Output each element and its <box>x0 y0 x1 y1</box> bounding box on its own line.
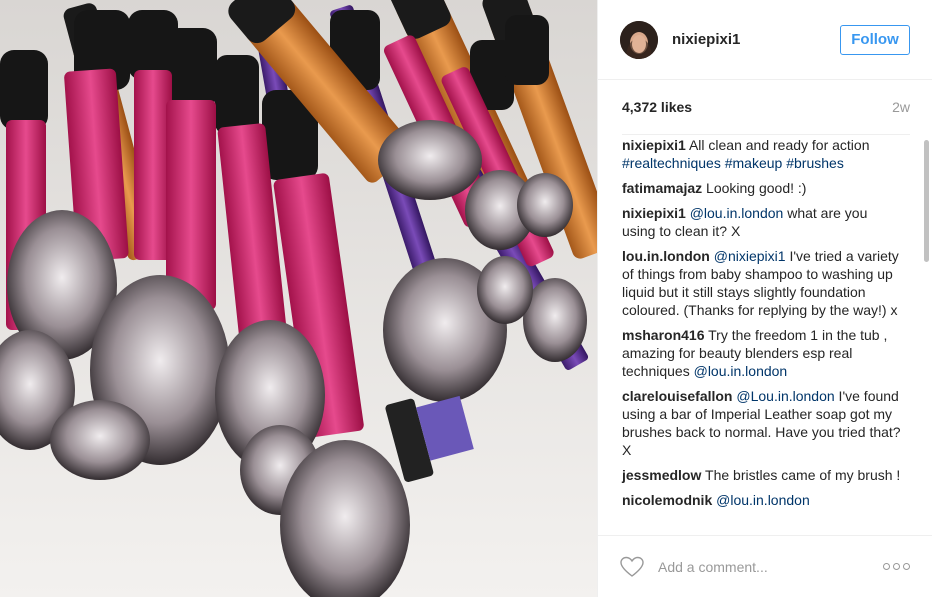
comment-username[interactable]: nixiepixi1 <box>622 137 686 153</box>
comment-username[interactable]: lou.in.london <box>622 248 710 264</box>
comment: lou.in.london @nixiepixi1 I've tried a v… <box>622 247 902 319</box>
comments-scrollbar[interactable] <box>924 140 929 262</box>
dot-icon <box>903 563 910 570</box>
comment-username[interactable]: jessmedlow <box>622 467 701 483</box>
comment-link[interactable]: #realtechniques #makeup #brushes <box>622 155 844 171</box>
comment-text: Looking good! :) <box>706 180 807 196</box>
comment-username[interactable]: msharon416 <box>622 327 704 343</box>
comment-link[interactable]: @Lou.in.london <box>736 388 834 404</box>
avatar-icon[interactable] <box>620 20 658 59</box>
comment: nixiepixi1 All clean and ready for actio… <box>622 136 902 172</box>
heart-icon[interactable] <box>620 556 644 578</box>
post-sidebar: nixiepixi1 Follow 4,372 likes 2w nixiepi… <box>597 0 932 597</box>
comments-list[interactable]: nixiepixi1 All clean and ready for actio… <box>598 136 932 536</box>
brushes-photo <box>0 0 597 597</box>
comment: msharon416 Try the freedom 1 in the tub … <box>622 326 902 380</box>
comment-username[interactable]: fatimamajaz <box>622 180 702 196</box>
dot-icon <box>893 563 900 570</box>
post-header: nixiepixi1 Follow <box>598 0 932 80</box>
comment: nixiepixi1 @lou.in.london what are you u… <box>622 204 902 240</box>
comment-text: All clean and ready for action <box>688 137 870 153</box>
author-username[interactable]: nixiepixi1 <box>672 31 840 48</box>
post-meta: 4,372 likes 2w <box>598 80 932 134</box>
comment-link[interactable]: @lou.in.london <box>694 363 788 379</box>
more-options-icon[interactable] <box>883 563 910 570</box>
comment-username[interactable]: clarelouisefallon <box>622 388 732 404</box>
comment-bar <box>598 535 932 597</box>
comment-username[interactable]: nixiepixi1 <box>622 205 686 221</box>
comment-link[interactable]: @nixiepixi1 <box>714 248 786 264</box>
follow-button[interactable]: Follow <box>840 24 910 55</box>
comment-text: The bristles came of my brush ! <box>705 467 901 483</box>
divider <box>622 134 910 135</box>
comment-link[interactable]: @lou.in.london <box>716 492 810 508</box>
dot-icon <box>883 563 890 570</box>
post-photo[interactable] <box>0 0 597 597</box>
add-comment-input[interactable] <box>656 557 883 576</box>
comment: nicolemodnik @lou.in.london <box>622 491 902 509</box>
comment: clarelouisefallon @Lou.in.london I've fo… <box>622 387 902 459</box>
comment: fatimamajaz Looking good! :) <box>622 179 902 197</box>
comment-link[interactable]: @lou.in.london <box>690 205 784 221</box>
comment-username[interactable]: nicolemodnik <box>622 492 712 508</box>
post-age[interactable]: 2w <box>892 99 910 115</box>
instagram-post: nixiepixi1 Follow 4,372 likes 2w nixiepi… <box>0 0 932 597</box>
comment: jessmedlow The bristles came of my brush… <box>622 466 902 484</box>
likes-count[interactable]: 4,372 likes <box>622 99 692 115</box>
